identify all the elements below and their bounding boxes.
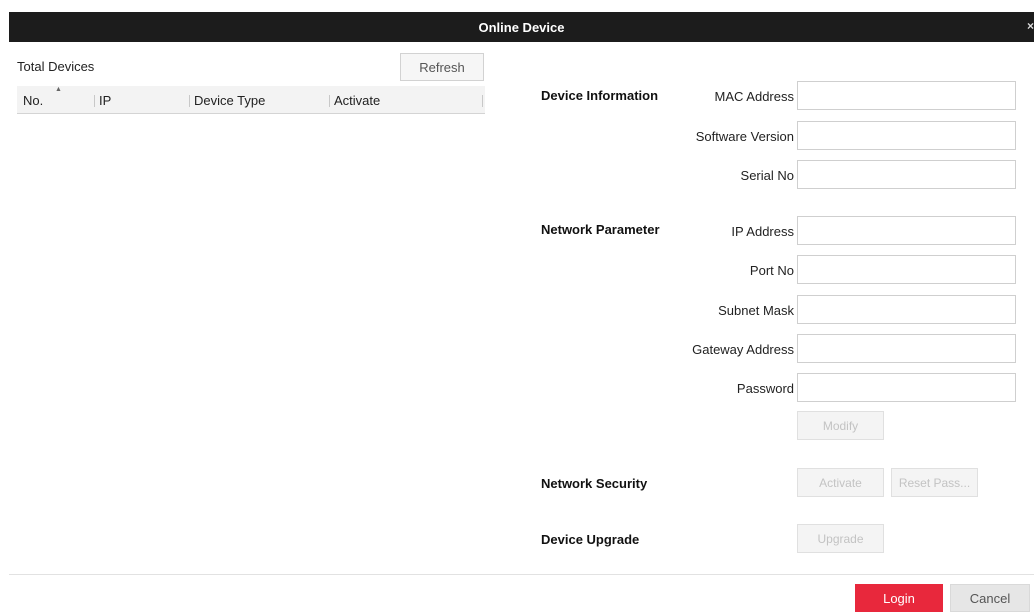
ip-address-label: IP Address — [731, 224, 794, 239]
upgrade-button[interactable]: Upgrade — [797, 524, 884, 553]
column-separator[interactable] — [482, 95, 483, 107]
port-no-label: Port No — [749, 263, 794, 278]
password-field[interactable] — [797, 373, 1016, 402]
mac-address-label: MAC Address — [714, 89, 794, 104]
software-version-label: Software Version — [695, 129, 794, 144]
column-separator[interactable] — [94, 95, 95, 107]
device-upgrade-heading: Device Upgrade — [541, 532, 640, 547]
refresh-button[interactable]: Refresh — [400, 53, 484, 81]
column-header-no[interactable]: No. — [23, 93, 43, 108]
network-parameter-heading: Network Parameter — [541, 222, 660, 237]
port-no-field[interactable] — [797, 255, 1016, 284]
column-separator[interactable] — [329, 95, 330, 107]
sort-ascending-icon: ▲ — [55, 86, 62, 93]
reset-password-button[interactable]: Reset Pass... — [891, 468, 978, 497]
password-label: Password — [736, 381, 794, 396]
close-icon[interactable]: × — [1027, 19, 1034, 33]
gateway-address-field[interactable] — [797, 334, 1016, 363]
dialog-titlebar: Online Device × — [9, 12, 1034, 42]
total-devices-label: Total Devices — [17, 59, 95, 74]
activate-button[interactable]: Activate — [797, 468, 884, 497]
column-header-activate[interactable]: Activate — [334, 93, 380, 108]
footer-divider — [9, 574, 1034, 575]
serial-no-field[interactable] — [797, 160, 1016, 189]
device-table-header: No. ▲ IP Device Type Activate — [17, 86, 485, 114]
software-version-field[interactable] — [797, 121, 1016, 150]
login-button[interactable]: Login — [855, 584, 943, 612]
ip-address-field[interactable] — [797, 216, 1016, 245]
mac-address-field[interactable] — [797, 81, 1016, 110]
device-information-heading: Device Information — [541, 88, 659, 103]
column-header-ip[interactable]: IP — [99, 93, 111, 108]
cancel-button[interactable]: Cancel — [950, 584, 1030, 612]
subnet-mask-label: Subnet Mask — [718, 303, 794, 318]
modify-button[interactable]: Modify — [797, 411, 884, 440]
serial-no-label: Serial No — [740, 168, 794, 183]
column-separator[interactable] — [189, 95, 190, 107]
network-security-heading: Network Security — [541, 476, 648, 491]
dialog-title: Online Device — [478, 19, 565, 35]
gateway-address-label: Gateway Address — [692, 342, 794, 357]
column-header-device-type[interactable]: Device Type — [194, 93, 265, 108]
subnet-mask-field[interactable] — [797, 295, 1016, 324]
